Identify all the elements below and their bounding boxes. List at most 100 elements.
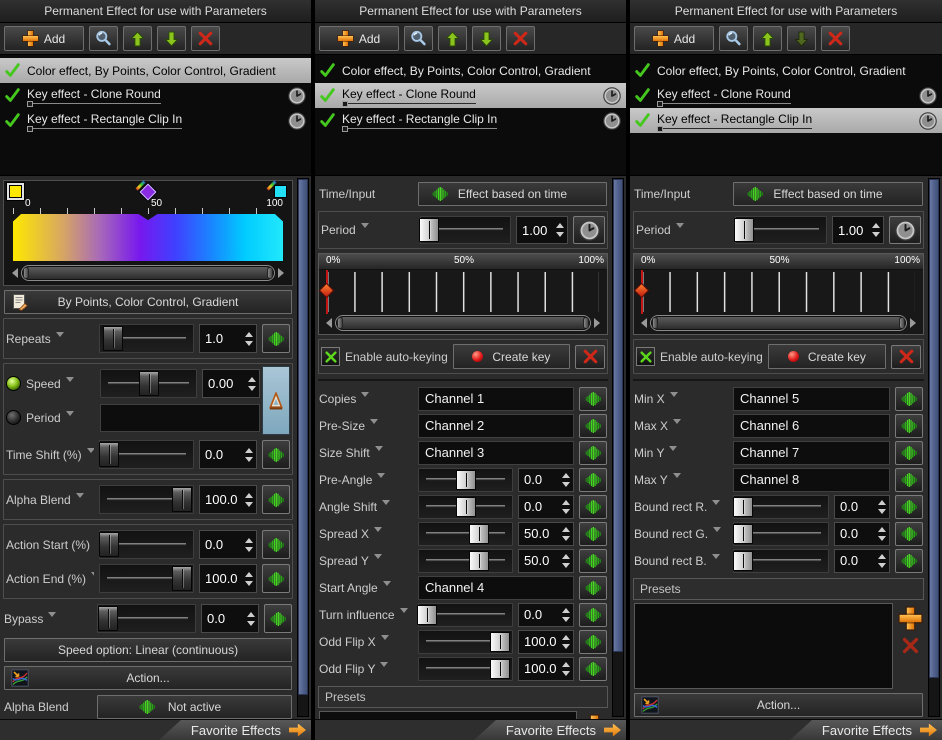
timeline-body[interactable] — [319, 270, 607, 314]
live-input-button[interactable] — [895, 468, 923, 492]
size-shift-channel-field[interactable]: Channel 3 — [418, 441, 574, 465]
move-up-button[interactable] — [123, 26, 152, 51]
spinner[interactable] — [562, 473, 573, 487]
param-label[interactable]: Size Shift — [319, 446, 413, 460]
move-up-button[interactable] — [438, 26, 467, 51]
slider-handle[interactable] — [456, 497, 476, 517]
live-input-button[interactable] — [579, 630, 607, 654]
param-label[interactable]: Turn influence — [319, 608, 413, 622]
live-input-button[interactable] — [579, 549, 607, 573]
param-label[interactable]: Bound rect B. — [634, 554, 728, 568]
spinner[interactable] — [562, 500, 573, 514]
bound-rect-b-slider[interactable] — [733, 549, 829, 573]
spinner[interactable] — [247, 612, 258, 626]
param-label[interactable]: Pre-Size — [319, 419, 413, 433]
param-label[interactable]: Max Y — [634, 473, 728, 487]
slider-handle[interactable] — [172, 566, 192, 591]
live-input-button[interactable] — [579, 441, 607, 465]
delete-key-button[interactable] — [891, 345, 921, 369]
v-scroll-thumb[interactable] — [613, 179, 623, 652]
live-input-button[interactable] — [579, 657, 607, 681]
spinner[interactable] — [245, 572, 256, 586]
time-shift-label[interactable]: Time Shift (%) — [6, 448, 94, 462]
v-scrollbar[interactable] — [928, 178, 940, 717]
presets-list[interactable] — [319, 711, 577, 719]
odd-flip-y-value[interactable]: 100.0 — [518, 657, 574, 681]
time-mode-button[interactable]: Effect based on time — [418, 182, 607, 206]
max-x-channel-field[interactable]: Channel 6 — [733, 414, 890, 438]
time-mode-button[interactable]: Effect based on time — [733, 182, 923, 206]
effect-item-clone-round[interactable]: Key effect - Clone Round — [315, 83, 626, 108]
param-label[interactable]: Angle Shift — [319, 500, 413, 514]
timeline-scrollbar[interactable] — [321, 314, 605, 332]
turn-influence-slider[interactable] — [418, 603, 513, 627]
delete-preset-button[interactable] — [901, 636, 920, 655]
effect-item-clone-round[interactable]: Key effect - Clone Round — [0, 83, 311, 108]
slider-handle[interactable] — [469, 551, 489, 571]
move-down-button[interactable] — [472, 26, 501, 51]
param-label[interactable]: Pre-Angle — [319, 473, 413, 487]
scroll-right-icon[interactable] — [278, 268, 289, 278]
live-input-button[interactable] — [895, 441, 923, 465]
period-slider[interactable] — [420, 216, 511, 244]
speed-option-button[interactable]: Speed option: Linear (continuous) — [4, 638, 292, 662]
slider-handle[interactable] — [103, 326, 123, 351]
slider-handle[interactable] — [99, 442, 119, 467]
v-scrollbar[interactable] — [297, 178, 309, 717]
scroll-track[interactable] — [650, 315, 907, 331]
timeline-playhead[interactable] — [326, 270, 328, 314]
effect-item-rectangle-clip[interactable]: Key effect - Rectangle Clip In — [315, 108, 626, 133]
add-effect-button[interactable]: Add — [634, 26, 714, 51]
create-key-button[interactable]: Create key — [453, 344, 570, 369]
favorite-effects-tab[interactable]: Favorite Effects — [159, 720, 311, 740]
time-shift-value[interactable]: 0.0 — [199, 440, 257, 469]
time-shift-live-input-button[interactable] — [262, 440, 290, 469]
scroll-track[interactable] — [335, 315, 591, 331]
param-label[interactable]: Bound rect R. — [634, 500, 728, 514]
action-start-value[interactable]: 0.0 — [199, 530, 257, 559]
param-label[interactable]: Odd Flip X — [319, 635, 413, 649]
angle-shift-value[interactable]: 0.0 — [518, 495, 574, 519]
alpha-blend-label[interactable]: Alpha Blend — [6, 493, 94, 507]
slider-handle[interactable] — [733, 551, 753, 571]
move-up-button[interactable] — [753, 26, 782, 51]
param-label[interactable]: Min X — [634, 392, 728, 406]
odd-flip-x-slider[interactable] — [418, 630, 513, 654]
min-x-channel-field[interactable]: Channel 5 — [733, 387, 890, 411]
action-button[interactable]: Action... — [634, 693, 923, 717]
speed-label[interactable]: Speed — [26, 377, 95, 391]
presets-list[interactable] — [634, 603, 893, 689]
spread-x-value[interactable]: 50.0 — [518, 522, 574, 546]
slider-handle[interactable] — [172, 487, 192, 512]
slider-handle[interactable] — [139, 371, 159, 396]
action-start-slider[interactable] — [99, 530, 194, 559]
gradient-editor[interactable]: 0 50 100 — [3, 180, 293, 286]
action-start-label[interactable]: Action Start (%) — [6, 538, 94, 552]
scroll-left-icon[interactable] — [321, 318, 332, 328]
pre-angle-slider[interactable] — [418, 468, 513, 492]
effect-item-rectangle-clip[interactable]: Key effect - Rectangle Clip In — [0, 108, 311, 133]
spinner[interactable] — [562, 662, 573, 676]
effect-type-button[interactable]: By Points, Color Control, Gradient — [4, 290, 292, 314]
scroll-right-icon[interactable] — [910, 318, 921, 328]
delete-effect-button[interactable] — [506, 26, 535, 51]
bypass-slider[interactable] — [97, 604, 196, 633]
gradient-scrollbar[interactable] — [7, 264, 289, 282]
speed-slider[interactable] — [100, 369, 197, 398]
key-timeline[interactable]: 0% 50% 100% — [318, 253, 608, 335]
effect-item-color-effect[interactable]: Color effect, By Points, Color Control, … — [315, 58, 626, 83]
action-end-label[interactable]: Action End (%) — [6, 572, 94, 586]
repeats-value[interactable]: 1.0 — [199, 324, 257, 353]
spinner[interactable] — [562, 608, 573, 622]
spinner[interactable] — [556, 223, 567, 237]
scroll-thumb[interactable] — [24, 267, 272, 279]
param-label[interactable]: Spread Y — [319, 554, 413, 568]
time-shift-slider[interactable] — [99, 440, 194, 469]
live-input-button[interactable] — [579, 414, 607, 438]
slider-handle[interactable] — [98, 606, 118, 631]
action-end-value[interactable]: 100.0 — [199, 564, 257, 593]
period-slider[interactable] — [735, 216, 827, 244]
slider-handle[interactable] — [734, 218, 754, 242]
move-down-button[interactable] — [787, 26, 816, 51]
spinner[interactable] — [878, 500, 889, 514]
